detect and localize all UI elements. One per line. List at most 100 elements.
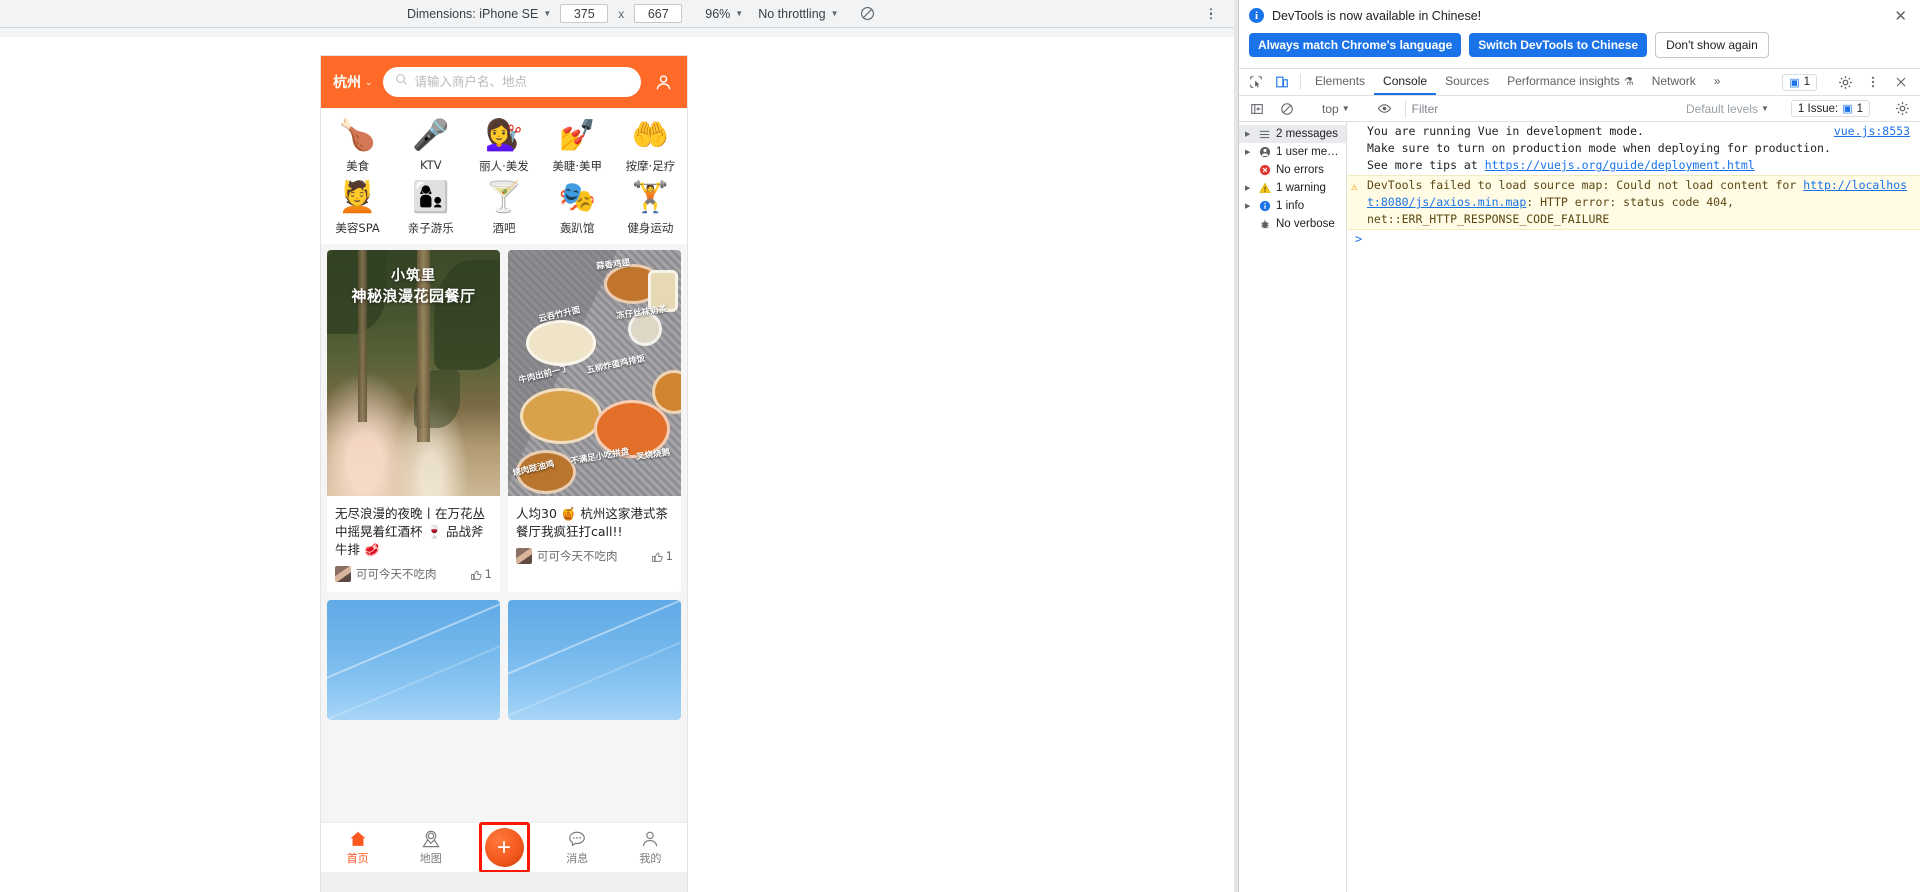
console-body: ▶ 2 messages ▶ 1 user mess… [1239,122,1920,892]
tab-console[interactable]: Console [1374,69,1437,95]
category-item-8[interactable]: 🎭 轰趴馆 [541,180,614,236]
switch-devtools-language-button[interactable]: Switch DevTools to Chinese [1469,33,1648,57]
devtools-more-options-icon[interactable] [1860,75,1886,89]
tabs-overflow-button[interactable]: » [1705,69,1730,95]
tab-home[interactable]: 首页 [321,829,394,866]
like-control[interactable]: 1 [651,549,673,563]
sidebar-item-verbose[interactable]: No verbose [1239,215,1346,233]
devtools-panel: i DevTools is now available in Chinese! … [1238,0,1920,892]
bottom-tab-bar: 首页 地图 + 消息 我的 [321,822,687,873]
console-filter-input[interactable] [1404,99,1679,118]
tab-elements[interactable]: Elements [1306,69,1374,95]
thumbs-up-icon [470,570,482,580]
feed-card-2[interactable] [327,600,500,721]
category-item-3[interactable]: 💅 美睫·美甲 [541,118,614,174]
food-tag-6: 不满足小吃拼盘 [569,446,631,468]
chevron-right-icon[interactable]: ▶ [1245,202,1253,210]
profile-icon[interactable] [651,73,675,92]
search-input[interactable] [414,75,629,89]
sidebar-item-user-messages[interactable]: ▶ 1 user mess… [1239,143,1346,161]
close-devtools-icon[interactable] [1888,75,1914,89]
chevron-down-icon: ▼ [1341,103,1350,113]
roast-chicken-icon: 🍗 [338,118,377,153]
search-box[interactable] [382,67,641,97]
feed-card-0[interactable]: 小筑里 神秘浪漫花园餐厅 无尽浪漫的夜晚丨在万花丛中摇晃着红酒杯 🍷 品战斧牛排… [327,250,500,593]
city-picker[interactable]: 杭州 ⌄ [333,72,373,92]
category-item-9[interactable]: 🏋 健身运动 [614,180,687,236]
chevron-right-icon[interactable]: ▶ [1245,130,1253,138]
category-label: 按摩·足疗 [625,159,676,173]
log-levels-select[interactable]: Default levels ▼ [1683,102,1772,116]
sidebar-item-label: No errors [1276,164,1324,176]
issues-counter-chip[interactable]: ▣ 1 [1782,73,1817,91]
console-sidebar-toggle-icon[interactable] [1244,102,1270,116]
category-label: 美食 [346,159,370,173]
inspect-element-icon[interactable] [1243,69,1269,95]
console-message-vue[interactable]: You are running Vue in development mode.… [1347,122,1920,175]
tab-sources[interactable]: Sources [1436,69,1498,95]
user-icon [1258,146,1271,158]
bug-icon [1258,218,1271,230]
tab-add-wrapper: + [467,822,540,873]
sidebar-item-info[interactable]: ▶ 1 info [1239,197,1346,215]
category-label: 美睫·美甲 [552,159,603,173]
category-item-4[interactable]: 🤲 按摩·足疗 [614,118,687,174]
category-grid: 🍗 美食 🎤 KTV 💇‍♀️ 丽人·美发 💅 美睫·美甲 🤲 按 [321,108,687,244]
console-message-warning[interactable]: ⚠ DevTools failed to load source map: Co… [1347,175,1920,230]
vue-message-line1: You are running Vue in development mode. [1367,124,1644,138]
console-settings-gear-icon[interactable] [1889,101,1915,116]
zoom-select[interactable]: 96% ▼ [705,7,743,21]
live-expression-eye-icon[interactable] [1372,101,1398,116]
add-post-button[interactable]: + [484,828,524,867]
feed-card-3[interactable] [508,600,681,721]
vue-deployment-link[interactable]: https://vuejs.org/guide/deployment.html [1485,158,1755,172]
console-sidebar: ▶ 2 messages ▶ 1 user mess… [1239,122,1347,892]
device-toolbar-more-options-icon[interactable] [1209,7,1212,20]
sidebar-item-errors[interactable]: No errors [1239,161,1346,179]
hair-styling-icon: 💇‍♀️ [485,118,523,153]
category-item-6[interactable]: 👩‍👦 亲子游乐 [394,180,467,236]
console-message-source-link[interactable]: vue.js:8553 [1834,123,1910,140]
flask-icon: ⚗ [1623,75,1634,88]
gear-icon[interactable] [1832,75,1858,90]
phone-bottom-padding [321,872,687,892]
category-item-1[interactable]: 🎤 KTV [394,118,467,174]
throttling-select[interactable]: No throttling ▼ [758,7,838,21]
tab-map[interactable]: 地图 [394,829,467,866]
chevron-right-icon[interactable]: ▶ [1245,184,1253,192]
tab-messages[interactable]: 消息 [541,829,614,866]
execution-context-select[interactable]: top ▼ [1319,102,1353,116]
like-control[interactable]: 1 [470,567,492,581]
console-prompt-row[interactable]: > [1347,230,1920,248]
category-label: 酒吧 [492,221,516,235]
device-preset-select[interactable]: Dimensions: iPhone SE ▼ [407,7,551,21]
sidebar-item-warnings[interactable]: ▶ 1 warning [1239,179,1346,197]
person-icon [643,831,658,847]
viewport-height-input[interactable] [634,4,683,23]
always-match-language-button[interactable]: Always match Chrome's language [1249,33,1462,57]
feed-card-image [508,600,681,721]
category-item-0[interactable]: 🍗 美食 [321,118,394,174]
toggle-device-toolbar-icon[interactable] [1269,69,1295,95]
chevron-down-icon: ▼ [1760,103,1769,113]
category-item-5[interactable]: 💆 美容SPA [321,180,394,236]
close-icon[interactable]: ✕ [1890,7,1911,26]
viewport-width-input[interactable] [560,4,609,23]
sidebar-item-messages[interactable]: ▶ 2 messages [1239,125,1346,143]
tab-network[interactable]: Network [1643,69,1705,95]
category-item-7[interactable]: 🍸 酒吧 [467,180,540,236]
sidebar-item-label: 1 warning [1276,182,1326,194]
console-issues-chip[interactable]: 1 Issue: ▣ 1 [1790,100,1870,117]
category-label: 丽人·美发 [479,159,529,173]
device-preset-label: Dimensions: iPhone SE [407,6,539,21]
chevron-right-icon[interactable]: ▶ [1245,148,1253,156]
no-throttling-slash-icon[interactable] [860,6,875,21]
tab-performance-insights[interactable]: Performance insights ⚗ [1498,69,1643,95]
tab-profile[interactable]: 我的 [614,829,687,866]
locale-banner-actions: Always match Chrome's language Switch De… [1249,32,1910,58]
clear-console-icon[interactable] [1274,102,1300,116]
dont-show-again-button[interactable]: Don't show again [1655,32,1769,58]
feed-card-1[interactable]: 蒜香鸡翅 云吞竹升面 冻仔丝袜奶茶 牛肉出前一丁 五柳炸蛋鸡排饭 烧肉豉油鸡 不… [508,250,681,593]
category-item-2[interactable]: 💇‍♀️ 丽人·美发 [467,118,540,174]
tab-label: Elements [1315,74,1366,88]
